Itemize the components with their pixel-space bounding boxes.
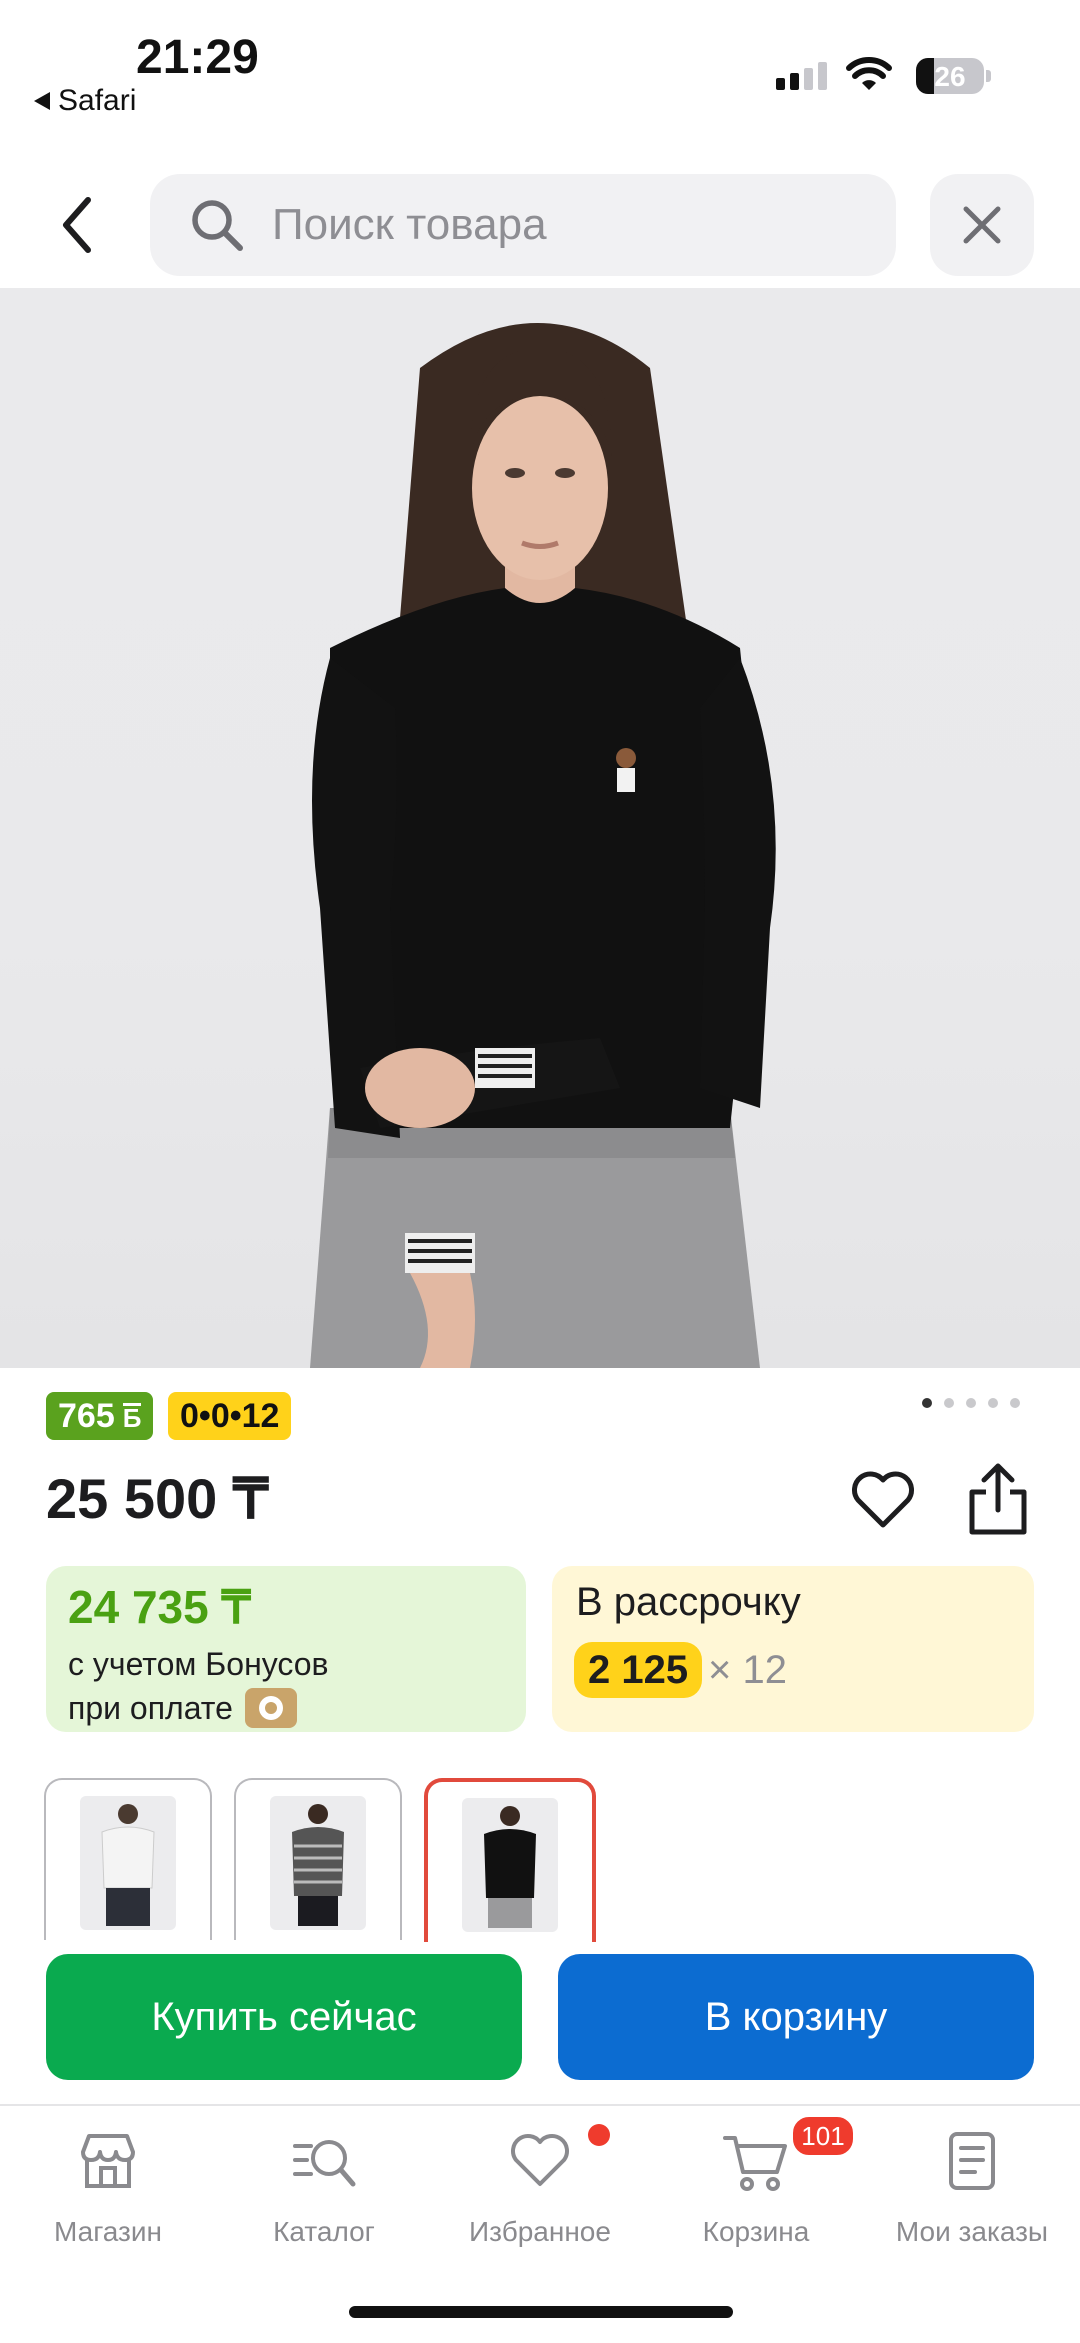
bonus-price-caption: с учетом Бонусов (68, 1646, 329, 1682)
variant-thumb-black[interactable] (424, 1778, 596, 1942)
favorite-heart-icon[interactable] (850, 1470, 916, 1530)
installment-card[interactable]: В рассрочку 2 125 × 12 (552, 1566, 1034, 1732)
gallery-pagination[interactable] (922, 1398, 1020, 1408)
store-icon (81, 2134, 135, 2188)
variant-image (462, 1798, 558, 1932)
battery-cap (986, 70, 991, 82)
back-triangle-icon (34, 92, 50, 110)
tab-label: Мои заказы (895, 2216, 1049, 2247)
bonus-price-amount: 24 735 ₸ (68, 1581, 251, 1633)
back-chevron-icon[interactable] (50, 190, 110, 260)
home-indicator[interactable] (349, 2306, 733, 2318)
orders-icon (949, 2132, 995, 2190)
search-placeholder: Поиск товара (272, 200, 547, 249)
bonus-payment-row: при оплате (68, 1688, 297, 1728)
search-icon (192, 200, 243, 251)
close-button[interactable] (930, 174, 1034, 276)
bonus-unit: Б (122, 1402, 142, 1433)
gallery-dot[interactable] (1010, 1398, 1020, 1408)
bonus-points-value: 765 (58, 1396, 115, 1435)
installment-multiplier: × 12 (708, 1648, 787, 1692)
share-icon[interactable] (966, 1462, 1030, 1536)
heart-icon (511, 2134, 569, 2186)
product-price: 25 500 ₸ (46, 1467, 269, 1530)
bonus-points-badge: 765 Б (46, 1392, 154, 1440)
wifi-icon (846, 57, 892, 90)
bonus-price-card[interactable]: 24 735 ₸ с учетом Бонусов при оплате (46, 1566, 526, 1732)
cellular-signal-icon (776, 62, 827, 90)
add-to-cart-button[interactable]: В корзину (558, 1954, 1034, 2080)
gallery-dot[interactable] (988, 1398, 998, 1408)
tab-orders[interactable]: Мои заказы (864, 2120, 1080, 2250)
close-icon (963, 206, 1001, 244)
tab-favorites[interactable]: Избранное (432, 2120, 648, 2250)
battery-icon: 26 (916, 58, 984, 94)
variant-thumb-white[interactable] (44, 1778, 212, 1940)
product-image[interactable] (0, 288, 1080, 1368)
tab-label: Корзина (702, 2216, 810, 2247)
variant-image (270, 1796, 366, 1930)
search-input[interactable]: Поиск товара (150, 174, 896, 276)
cart-count-badge: 101 (790, 2114, 856, 2158)
gallery-dot[interactable] (944, 1398, 954, 1408)
back-to-app-link[interactable]: Safari (34, 84, 136, 118)
favorites-notification-dot (588, 2124, 610, 2146)
tab-store[interactable]: Магазин (0, 2120, 216, 2250)
model-photo (310, 323, 776, 1368)
tab-label: Магазин (53, 2216, 162, 2247)
tab-label: Избранное (469, 2216, 611, 2247)
bonus-payment-caption: при оплате (68, 1689, 233, 1726)
battery-percent: 26 (934, 61, 966, 92)
installment-badge: 0•0•12 (168, 1392, 292, 1440)
catalog-search-icon (293, 2140, 356, 2187)
gallery-dot[interactable] (922, 1398, 932, 1408)
installment-title: В рассрочку (576, 1580, 801, 1624)
variant-image (80, 1796, 176, 1930)
gallery-dot[interactable] (966, 1398, 976, 1408)
kaspi-logo-icon (244, 1688, 297, 1728)
buy-now-button[interactable]: Купить сейчас (46, 1954, 522, 2080)
variant-thumb-striped[interactable] (234, 1778, 402, 1940)
status-time: 21:29 (136, 31, 259, 84)
back-app-label: Safari (58, 84, 137, 117)
tab-catalog[interactable]: Каталог (216, 2120, 432, 2250)
cart-icon (723, 2136, 787, 2191)
installment-monthly: 2 125 (574, 1642, 703, 1698)
tab-label: Каталог (273, 2216, 375, 2247)
